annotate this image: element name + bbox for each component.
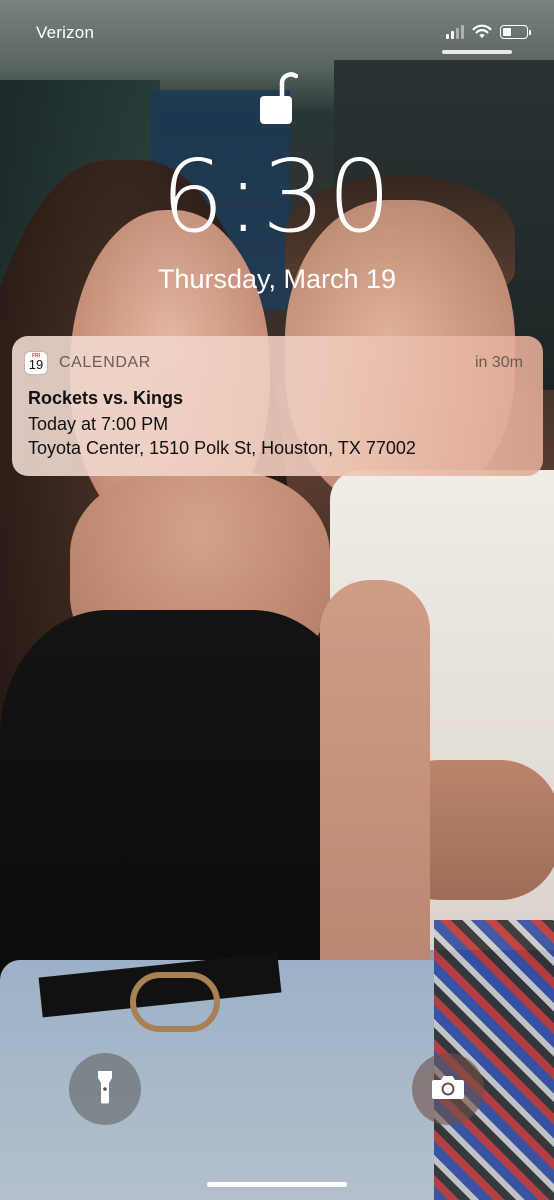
lock-screen-date: Thursday, March 19 [157, 264, 397, 294]
notification-title: Rockets vs. Kings [28, 388, 184, 408]
notification-time: in 30m [474, 354, 523, 371]
cellular-signal-icon [446, 24, 464, 39]
carrier-label: Verizon [36, 23, 95, 42]
calendar-notification[interactable]: FRI 19 CALENDAR in 30m Rockets vs. Kings… [12, 336, 543, 476]
notification-event-time: Today at 7:00 PM [28, 414, 169, 434]
calendar-app-icon: FRI 19 [25, 352, 47, 374]
camera-button[interactable] [412, 1053, 484, 1125]
flashlight-icon [97, 1070, 113, 1109]
unlocked-padlock-icon [258, 70, 299, 126]
notification-event-location: Toyota Center, 1510 Polk St, Houston, TX… [28, 438, 416, 458]
status-icons [446, 24, 531, 39]
wifi-icon [472, 24, 492, 39]
control-center-indicator[interactable] [442, 50, 512, 54]
flashlight-button[interactable] [69, 1053, 141, 1125]
battery-icon [500, 24, 531, 39]
camera-icon [431, 1074, 465, 1105]
notification-header: FRI 19 CALENDAR in 30m [25, 351, 523, 375]
status-bar: Verizon [0, 0, 554, 66]
lock-screen-time: 6:30 [160, 138, 394, 255]
home-indicator[interactable] [207, 1182, 347, 1187]
notification-app-name: CALENDAR [59, 354, 151, 371]
calendar-icon-number: 19 [28, 357, 44, 372]
